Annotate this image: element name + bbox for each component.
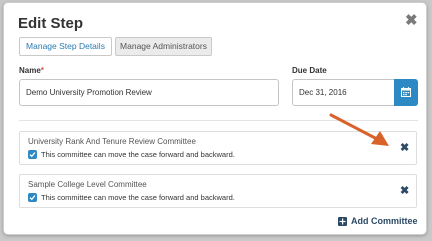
name-label-text: Name [19, 66, 41, 75]
checkmark-icon [29, 152, 36, 158]
due-date-input[interactable]: Dec 31, 2016 [292, 79, 396, 106]
committee-name: University Rank And Tenure Review Commit… [28, 137, 196, 146]
remove-committee-icon[interactable]: ✖ [400, 184, 409, 197]
committee-card: Sample College Level Committee This comm… [19, 174, 417, 208]
add-committee-label: Add Committee [351, 216, 418, 226]
move-case-checkbox-label: This committee can move the case forward… [41, 193, 235, 202]
move-case-checkbox[interactable] [28, 150, 37, 159]
move-case-checkbox[interactable] [28, 193, 37, 202]
committee-name: Sample College Level Committee [28, 180, 147, 189]
name-label: Name* [19, 66, 44, 75]
due-date-label: Due Date [292, 66, 327, 75]
close-icon[interactable]: ✖ [405, 11, 418, 29]
move-case-checkbox-label: This committee can move the case forward… [41, 150, 235, 159]
name-input[interactable]: Demo University Promotion Review [19, 79, 279, 106]
modal-title: Edit Step [18, 15, 84, 32]
tab-manage-administrators[interactable]: Manage Administrators [115, 37, 212, 56]
calendar-icon [401, 87, 411, 97]
edit-step-modal: Edit Step ✖ Manage Step Details Manage A… [3, 2, 427, 235]
remove-committee-icon[interactable]: ✖ [400, 141, 409, 154]
tab-manage-step-details[interactable]: Manage Step Details [19, 37, 112, 56]
annotation-arrow-icon [329, 113, 389, 146]
plus-square-icon [338, 217, 347, 226]
checkmark-icon [29, 195, 36, 201]
calendar-button[interactable] [394, 79, 418, 106]
required-asterisk: * [40, 66, 44, 75]
